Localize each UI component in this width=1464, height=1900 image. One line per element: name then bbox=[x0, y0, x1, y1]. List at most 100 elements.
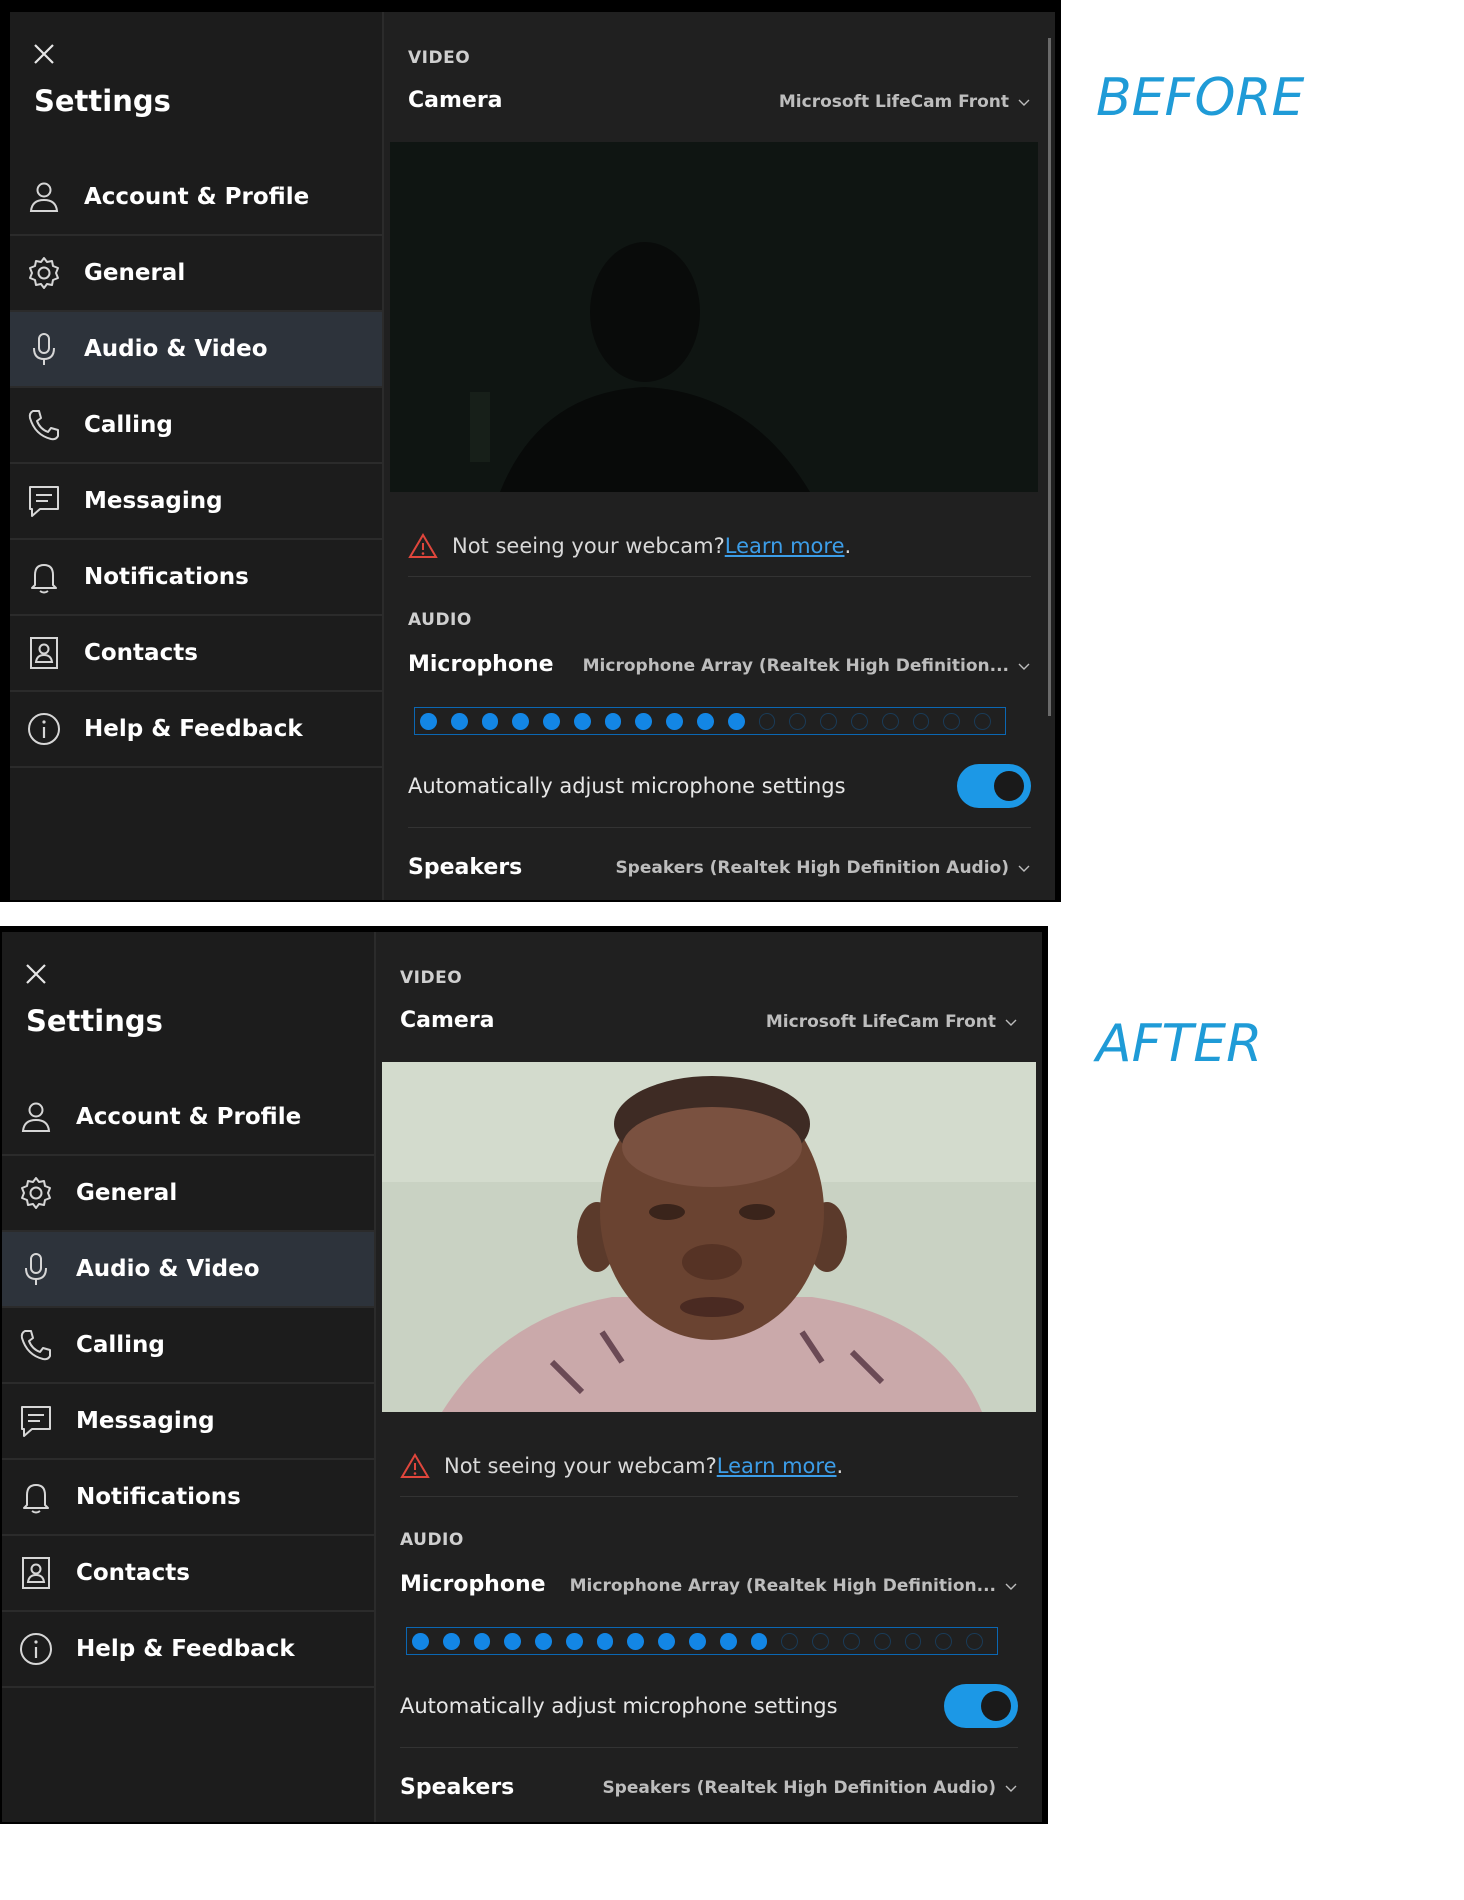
sidebar-item-calling[interactable]: Calling bbox=[10, 388, 382, 464]
microphone-icon bbox=[26, 331, 62, 367]
close-icon[interactable] bbox=[30, 40, 58, 68]
message-icon bbox=[18, 1403, 54, 1439]
mic-level-dot bbox=[604, 712, 622, 730]
settings-sidebar: Settings Account & Profile General Audio &… bbox=[10, 12, 384, 900]
mic-level-dot bbox=[850, 712, 868, 730]
camera-dropdown-value: Microsoft LifeCam Front bbox=[778, 92, 1009, 112]
audio-section-label: AUDIO bbox=[408, 610, 472, 630]
microphone-label: Microphone bbox=[400, 1572, 546, 1597]
sidebar-item-label: Messaging bbox=[76, 1408, 215, 1434]
close-icon[interactable] bbox=[22, 960, 50, 988]
mic-level-dot bbox=[943, 712, 961, 730]
mic-level-dot bbox=[727, 712, 745, 730]
camera-label: Camera bbox=[400, 1008, 495, 1033]
speakers-dropdown-value: Speakers (Realtek High Definition Audio) bbox=[615, 858, 1009, 878]
auto-adjust-label: Automatically adjust microphone settings bbox=[400, 1694, 838, 1718]
mic-level-dot bbox=[442, 1632, 460, 1650]
mic-level-dot bbox=[789, 712, 807, 730]
gear-icon bbox=[26, 255, 62, 291]
sidebar-item-label: Calling bbox=[76, 1332, 165, 1358]
sidebar-item-general[interactable]: General bbox=[10, 236, 382, 312]
learn-more-link[interactable]: Learn more bbox=[717, 1454, 837, 1478]
chevron-down-icon bbox=[1017, 861, 1031, 875]
bell-icon bbox=[26, 559, 62, 595]
learn-more-link[interactable]: Learn more bbox=[725, 534, 845, 558]
mic-level-dot bbox=[450, 712, 468, 730]
microphone-dropdown[interactable]: Microphone Array (Realtek High Definitio… bbox=[570, 1576, 1018, 1596]
settings-nav: Account & Profile General Audio & Video Cal… bbox=[2, 1080, 374, 1688]
sidebar-item-label: Account & Profile bbox=[76, 1104, 302, 1130]
sidebar-item-notifications[interactable]: Notifications bbox=[2, 1460, 374, 1536]
sidebar-item-label: General bbox=[84, 260, 186, 286]
warning-icon bbox=[400, 1452, 430, 1480]
toggle-knob bbox=[994, 771, 1024, 801]
settings-nav: Account & Profile General Audio & Video Cal… bbox=[10, 160, 382, 768]
contacts-icon bbox=[26, 635, 62, 671]
video-section-label: VIDEO bbox=[400, 968, 463, 988]
audio-video-panel: VIDEO Camera Microsoft LifeCam Front Not… bbox=[384, 12, 1055, 900]
sidebar-item-general[interactable]: General bbox=[2, 1156, 374, 1232]
mic-level-dot bbox=[596, 1632, 614, 1650]
webcam-help-suffix: . bbox=[836, 1454, 844, 1478]
sidebar-item-label: Notifications bbox=[76, 1484, 241, 1510]
mic-level-dot bbox=[481, 712, 499, 730]
sidebar-item-messaging[interactable]: Messaging bbox=[10, 464, 382, 540]
webcam-help-text: Not seeing your webcam? bbox=[452, 534, 725, 558]
phone-icon bbox=[18, 1327, 54, 1363]
mic-level-dot bbox=[689, 1632, 706, 1650]
scrollbar[interactable] bbox=[1048, 38, 1051, 716]
settings-title: Settings bbox=[26, 1004, 163, 1038]
camera-preview bbox=[390, 142, 1038, 492]
sidebar-item-contacts[interactable]: Contacts bbox=[2, 1536, 374, 1612]
microphone-dropdown[interactable]: Microphone Array (Realtek High Definitio… bbox=[583, 656, 1031, 676]
speakers-dropdown-value: Speakers (Realtek High Definition Audio) bbox=[602, 1778, 996, 1798]
mic-level-dot bbox=[473, 1632, 491, 1650]
camera-dropdown[interactable]: Microsoft LifeCam Front bbox=[779, 92, 1031, 112]
sidebar-item-audio-and-video[interactable]: Audio & Video bbox=[2, 1232, 374, 1308]
sidebar-item-audio-and-video[interactable]: Audio & Video bbox=[10, 312, 382, 388]
message-icon bbox=[26, 483, 62, 519]
info-icon bbox=[26, 711, 62, 747]
microphone-dropdown-value: Microphone Array (Realtek High Definitio… bbox=[582, 656, 1009, 676]
auto-adjust-toggle[interactable] bbox=[957, 764, 1031, 808]
settings-window-after: Settings Account & Profile General Audio &… bbox=[0, 926, 1048, 1824]
camera-dropdown[interactable]: Microsoft LifeCam Front bbox=[766, 1012, 1018, 1032]
mic-level-dot bbox=[697, 712, 714, 730]
auto-adjust-label: Automatically adjust microphone settings bbox=[408, 774, 846, 798]
mic-level-dot bbox=[504, 1632, 522, 1650]
mic-level-dot bbox=[719, 1632, 737, 1650]
settings-sidebar: Settings Account & Profile General Audio &… bbox=[2, 932, 376, 1822]
divider bbox=[400, 1496, 1018, 1497]
auto-adjust-toggle[interactable] bbox=[944, 1684, 1018, 1728]
audio-section-label: AUDIO bbox=[400, 1530, 464, 1550]
mic-level-dot bbox=[758, 712, 776, 730]
mic-level-dot bbox=[974, 712, 991, 730]
mic-level-dot bbox=[666, 712, 684, 730]
divider bbox=[408, 827, 1031, 828]
sidebar-item-messaging[interactable]: Messaging bbox=[2, 1384, 374, 1460]
mic-level-dot bbox=[750, 1632, 768, 1650]
speakers-dropdown[interactable]: Speakers (Realtek High Definition Audio) bbox=[602, 1778, 1018, 1798]
sidebar-item-help-and-feedback[interactable]: Help & Feedback bbox=[2, 1612, 374, 1688]
sidebar-item-contacts[interactable]: Contacts bbox=[10, 616, 382, 692]
sidebar-item-account-and-profile[interactable]: Account & Profile bbox=[2, 1080, 374, 1156]
sidebar-item-label: Account & Profile bbox=[84, 184, 310, 210]
divider bbox=[400, 1747, 1018, 1748]
mic-level-dot bbox=[635, 712, 653, 730]
sidebar-item-label: General bbox=[76, 1180, 178, 1206]
mic-level-dot bbox=[812, 1632, 829, 1650]
mic-level-dot bbox=[543, 712, 560, 730]
camera-dropdown-value: Microsoft LifeCam Front bbox=[765, 1012, 996, 1032]
sidebar-item-account-and-profile[interactable]: Account & Profile bbox=[10, 160, 382, 236]
sidebar-item-calling[interactable]: Calling bbox=[2, 1308, 374, 1384]
mic-level-dot bbox=[627, 1632, 645, 1650]
chevron-down-icon bbox=[1004, 1781, 1018, 1795]
mic-level-dot bbox=[843, 1632, 860, 1650]
sidebar-item-help-and-feedback[interactable]: Help & Feedback bbox=[10, 692, 382, 768]
sidebar-item-notifications[interactable]: Notifications bbox=[10, 540, 382, 616]
mic-level-dot bbox=[658, 1632, 676, 1650]
speakers-dropdown[interactable]: Speakers (Realtek High Definition Audio) bbox=[615, 858, 1031, 878]
sidebar-item-label: Audio & Video bbox=[76, 1256, 260, 1282]
mic-level-dot bbox=[966, 1632, 984, 1650]
sidebar-item-label: Contacts bbox=[76, 1560, 190, 1586]
